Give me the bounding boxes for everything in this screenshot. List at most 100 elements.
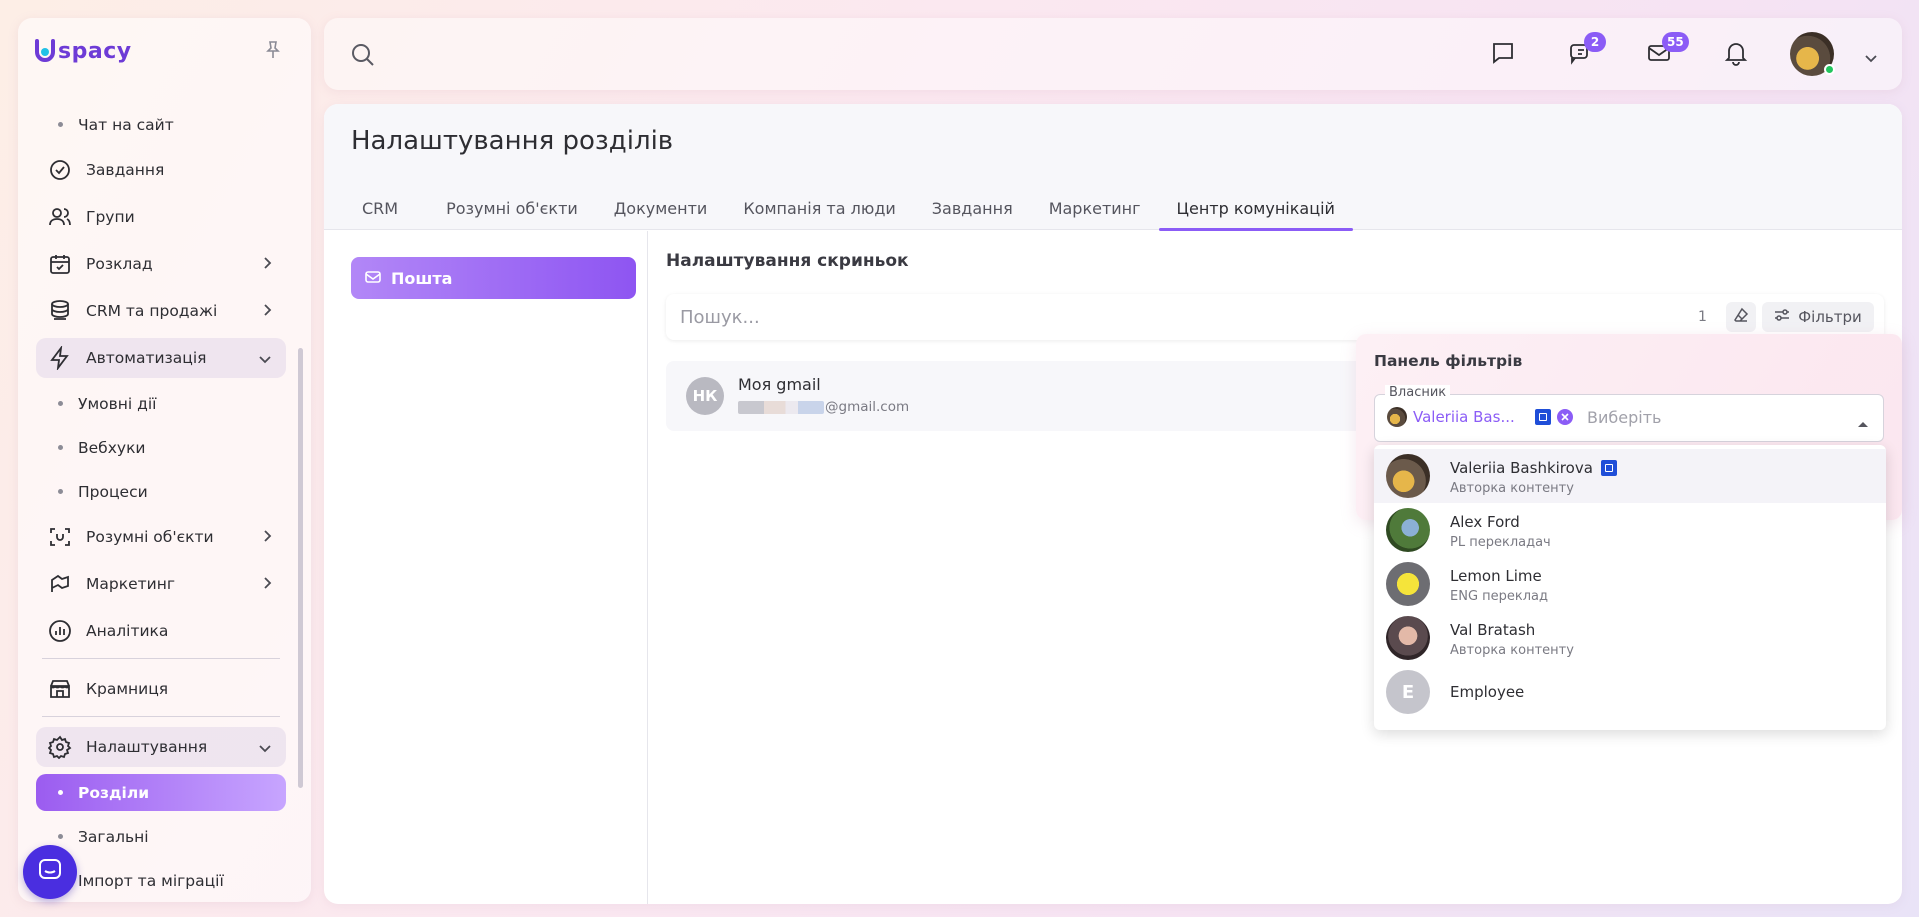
marketing-icon [46,570,74,598]
menu-item-label: Пошта [391,268,453,288]
pin-icon[interactable] [264,40,282,60]
avatar [1386,616,1430,660]
chevron-right-icon [262,303,272,321]
owner-option[interactable]: Val Bratash Авторка контенту [1374,611,1886,665]
employee-badge-icon [1534,409,1551,425]
menu-item-mail[interactable]: Пошта [351,257,636,299]
sidebar-item-schedule[interactable]: Розклад [36,244,286,284]
sidebar-item-tasks[interactable]: Завдання [36,150,286,190]
sliders-icon [1774,308,1790,326]
sidebar-item-marketing[interactable]: Маркетинг [36,564,286,604]
tab-label: Центр комунікацій [1176,198,1335,218]
option-role: PL перекладач [1450,535,1551,550]
logo-mark-icon [35,39,55,62]
sidebar-scrollbar[interactable] [298,348,303,788]
selected-owner-chip: Valeriia Bas... [1387,407,1573,427]
sidebar-item-general[interactable]: Загальні [36,818,286,855]
calendar-icon [46,250,74,278]
sidebar-item-label: Чат на сайт [78,115,174,134]
option-role: Авторка контенту [1450,481,1574,496]
chevron-down-icon [258,739,272,757]
chevron-right-icon [262,256,272,274]
sidebar-item-store[interactable]: Крамниця [36,669,286,709]
sidebar-item-smart-objects[interactable]: Розумні об'єкти [36,517,286,557]
store-icon [46,675,74,703]
tab-label: Компанія та люди [743,198,896,218]
clear-search-button[interactable] [1726,302,1756,332]
sidebar-item-conditional-actions[interactable]: Умовні дії [36,385,286,422]
bullet [58,834,63,839]
database-icon [46,297,74,325]
owner-dropdown: Valeriia Bashkirova Авторка контенту Ale… [1374,445,1886,730]
sidebar-item-automation[interactable]: Автоматизація [36,338,286,378]
sidebar-item-sections[interactable]: Розділи [36,774,286,811]
sidebar-divider [42,716,280,717]
owner-select[interactable]: Власник Valeriia Bas... Виберіть [1374,385,1884,442]
search-icon[interactable] [350,42,376,72]
option-role: ENG переклад [1450,589,1549,604]
sidebar-item-groups[interactable]: Групи [36,197,286,237]
owner-option[interactable]: Alex Ford PL перекладач [1374,503,1886,557]
sidebar-item-settings[interactable]: Налаштування [36,727,286,767]
caret-up-icon[interactable] [1857,413,1869,432]
redacted-email-part [738,400,824,414]
tab-label: Завдання [931,198,1013,218]
chats-icon[interactable]: 2 [1568,32,1606,70]
sidebar-item-label: Завдання [86,161,165,179]
sidebar-item-label: Аналітика [86,622,169,640]
section-tabs: CRM Розумні об'єкти Документи Компанія т… [324,186,1354,231]
tab-communication-center[interactable]: Центр комунікацій [1158,186,1354,231]
email-domain: @gmail.com [825,399,910,415]
owner-option[interactable]: E Employee [1374,665,1886,719]
bullet [58,489,63,494]
tab-company-people[interactable]: Компанія та люди [725,186,913,230]
online-indicator [1824,64,1835,75]
sidebar-item-chat-on-site[interactable]: Чат на сайт [36,106,286,143]
sidebar-item-webhooks[interactable]: Вебхуки [36,429,286,466]
tab-tasks[interactable]: Завдання [914,186,1031,230]
user-avatar[interactable] [1790,32,1835,76]
sidebar-item-processes[interactable]: Процеси [36,473,286,510]
bell-icon[interactable] [1723,40,1749,70]
sidebar-item-label: Розумні об'єкти [86,528,214,546]
sidebar-item-label: Вебхуки [78,438,146,457]
filter-panel-title: Панель фільтрів [1374,352,1523,370]
logo[interactable]: spacy [34,38,132,64]
tab-documents[interactable]: Документи [596,186,726,230]
gear-icon [46,733,74,761]
option-name: Alex Ford [1450,513,1520,531]
remove-chip-icon[interactable] [1556,409,1573,425]
section-title: Налаштування скриньок [666,251,909,271]
bullet [58,790,63,795]
mail-icon[interactable]: 55 [1646,32,1689,70]
chevron-down-icon[interactable] [1864,48,1878,67]
tab-crm[interactable]: CRM [332,186,428,230]
chevron-right-icon [262,529,272,547]
owner-placeholder: Виберіть [1587,408,1662,427]
chats-badge: 2 [1584,32,1606,52]
chevron-down-icon [258,350,272,368]
sidebar-item-crm[interactable]: CRM та продажі [36,291,286,331]
avatar: E [1386,670,1430,714]
owner-option[interactable]: Lemon Lime ENG переклад [1374,557,1886,611]
sidebar: spacy Чат на сайт Завдання Групи Розклад… [18,18,311,902]
tab-label: Розумні об'єкти [446,198,578,218]
lightning-icon [46,344,74,372]
support-chat-button[interactable] [23,845,77,899]
sidebar-divider [42,658,280,659]
search-input[interactable] [680,304,1580,330]
comment-icon[interactable] [1490,40,1516,70]
result-count: 1 [1698,309,1707,325]
page-title: Налаштування розділів [351,126,674,156]
tab-marketing[interactable]: Маркетинг [1031,186,1159,230]
sidebar-item-analytics[interactable]: Аналітика [36,611,286,651]
tab-smart-objects[interactable]: Розумні об'єкти [428,186,596,230]
analytics-icon [46,617,74,645]
owner-option[interactable]: Valeriia Bashkirova Авторка контенту [1374,449,1886,503]
filters-label: Фільтри [1798,308,1862,326]
option-role: Авторка контенту [1450,643,1574,658]
chat-bubble-icon [37,857,63,887]
filters-button[interactable]: Фільтри [1762,302,1874,332]
option-name: Lemon Lime [1450,567,1542,585]
sidebar-item-label: CRM та продажі [86,302,218,320]
